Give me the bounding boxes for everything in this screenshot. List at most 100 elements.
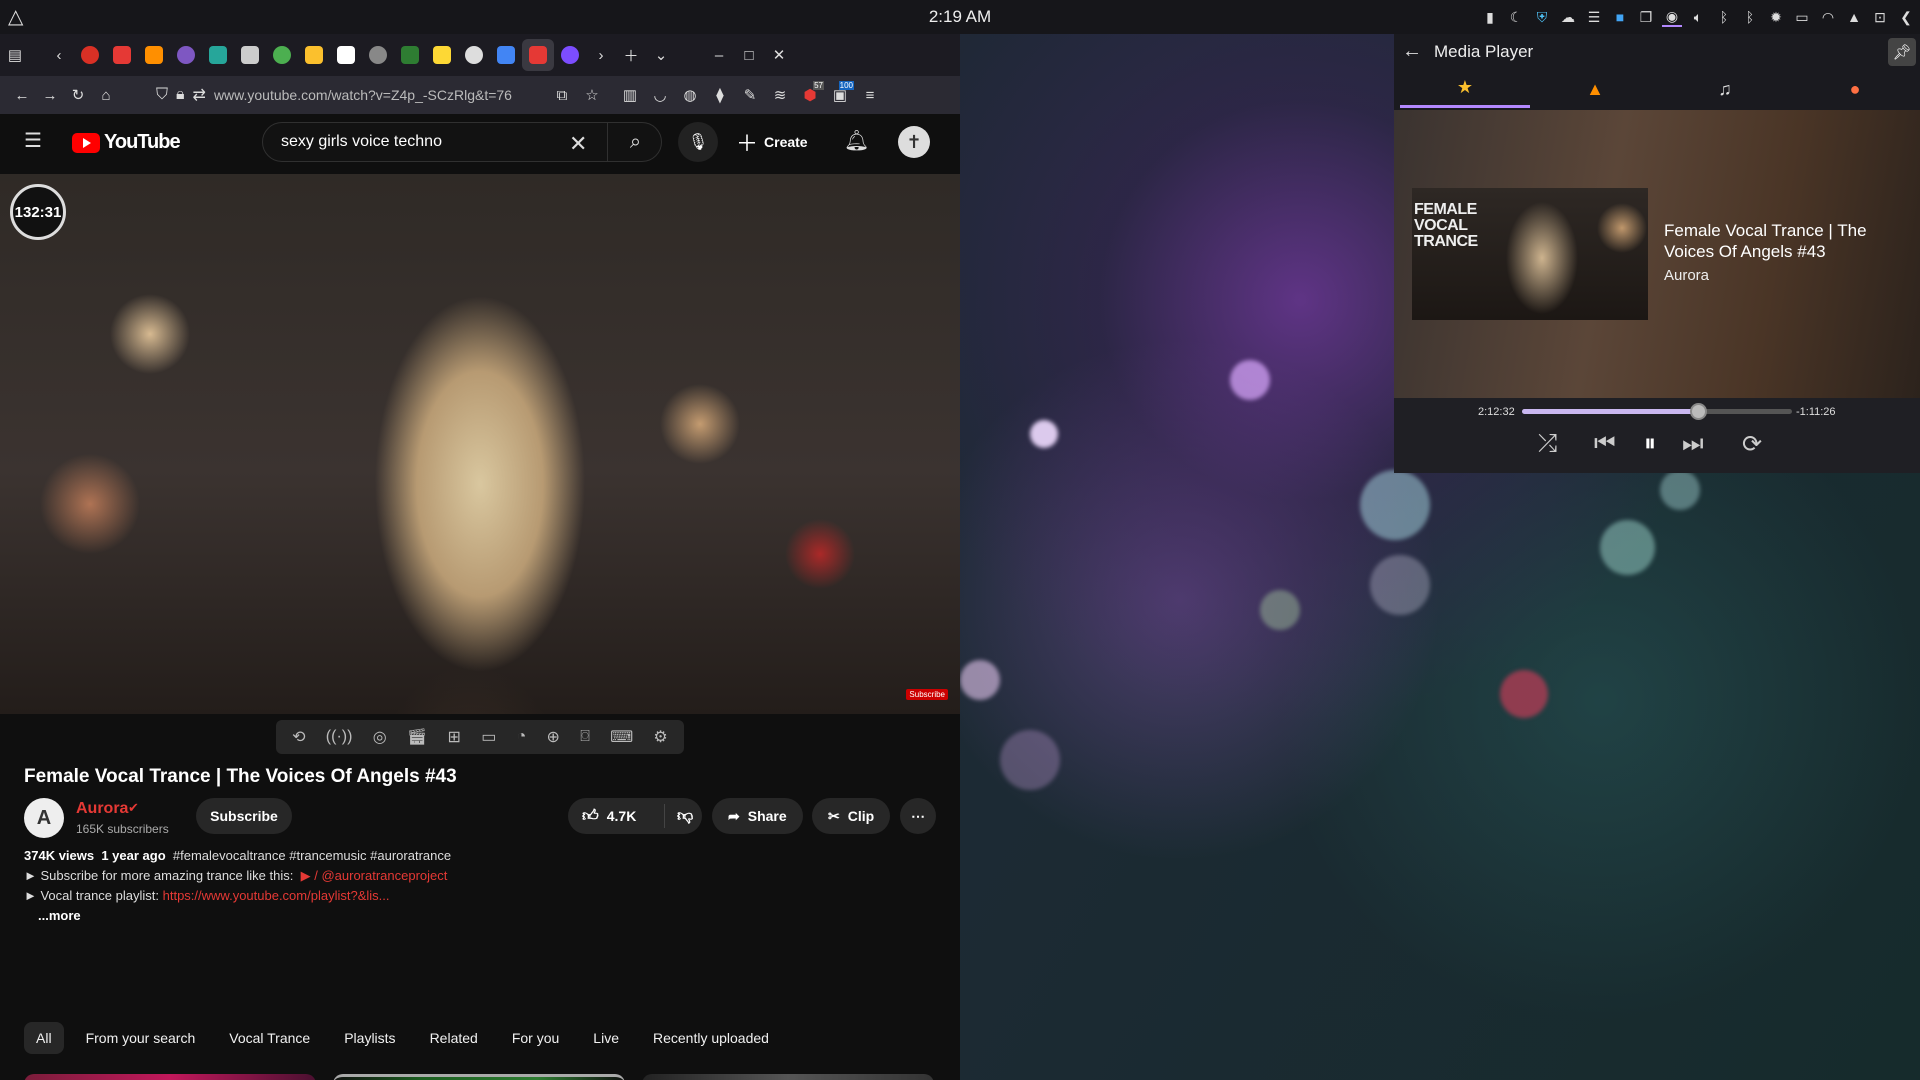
description-more-button[interactable]: ...more	[38, 906, 936, 926]
pinned-tab[interactable]	[426, 39, 458, 71]
media-player-tray-icon[interactable]: ◉	[1662, 7, 1682, 27]
share-button[interactable]: ➦ Share	[712, 798, 803, 834]
audio-icon[interactable]: ((·))	[326, 728, 353, 746]
clear-search-icon[interactable]: ✕	[569, 131, 587, 157]
pin-icon[interactable]: 📌︎	[1888, 38, 1916, 66]
expand-tray-icon[interactable]: ▲	[1844, 7, 1864, 27]
pinned-tab[interactable]	[138, 39, 170, 71]
battery-icon[interactable]: ▭	[1792, 7, 1812, 27]
clipboard-icon[interactable]: ▮	[1480, 7, 1500, 27]
night-mode-icon[interactable]: ☾	[1506, 7, 1526, 27]
pinned-tab[interactable]	[330, 39, 362, 71]
filter-chip[interactable]: From your search	[74, 1022, 208, 1054]
extension-stats-icon[interactable]: ≋	[766, 81, 794, 109]
repeat-icon[interactable]: ⟳	[1742, 430, 1762, 459]
picture-in-picture-icon[interactable]: ⧉	[548, 81, 576, 109]
padlock-icon[interactable]: 🔒︎	[176, 86, 185, 104]
notes-icon[interactable]: ☰	[1584, 7, 1604, 27]
permissions-icon[interactable]: ⇄	[193, 85, 206, 105]
create-button[interactable]: ＋ Create	[736, 124, 808, 160]
bookmark-star-icon[interactable]: ☆	[578, 81, 606, 109]
pinned-tab[interactable]	[394, 39, 426, 71]
search-input[interactable]	[279, 132, 579, 152]
new-tab-icon[interactable]: ＋	[616, 40, 646, 70]
pinned-tab[interactable]	[170, 39, 202, 71]
more-actions-button[interactable]: ⋯	[900, 798, 936, 834]
wifi-icon[interactable]: ◠	[1818, 7, 1838, 27]
loop-icon[interactable]: ⟲	[292, 727, 305, 747]
subscribe-watermark[interactable]: Subscribe	[906, 689, 948, 700]
subscribe-button[interactable]: Subscribe	[196, 798, 292, 834]
channel-avatar[interactable]: A	[24, 798, 64, 838]
hashtags[interactable]: #femalevocaltrance #trancemusic #aurorat…	[173, 848, 451, 863]
filter-chip[interactable]: Recently uploaded	[641, 1022, 781, 1054]
cloud-icon[interactable]: ☁	[1558, 7, 1578, 27]
filter-chip[interactable]: For you	[500, 1022, 571, 1054]
hamburger-menu-icon[interactable]: ☰	[24, 130, 46, 152]
maximize-window-icon[interactable]: □	[734, 40, 764, 70]
pinned-tab[interactable]	[522, 39, 554, 71]
pinned-tab[interactable]	[458, 39, 490, 71]
reload-icon[interactable]: ↻	[64, 81, 92, 109]
shield-icon[interactable]: ⛨	[1532, 7, 1552, 27]
extensions-icon[interactable]: ⧫	[706, 81, 734, 109]
keyboard-icon[interactable]: ⌨	[610, 727, 633, 747]
close-window-icon[interactable]: ✕	[764, 40, 794, 70]
tab-manager-icon[interactable]: ▤	[0, 40, 30, 70]
app-icon[interactable]: ■	[1610, 7, 1630, 27]
extension-icon[interactable]: ✎	[736, 81, 764, 109]
volume-icon[interactable]: 🔈︎	[1688, 7, 1708, 27]
account-avatar[interactable]: ✝	[898, 126, 930, 158]
pinned-tab[interactable]	[106, 39, 138, 71]
browser-menu-icon[interactable]: ≡	[856, 81, 884, 109]
video-thumbnail[interactable]	[24, 1074, 316, 1080]
pinned-tab[interactable]	[554, 39, 586, 71]
scroll-tabs-left-icon[interactable]: ‹	[44, 40, 74, 70]
playlist-link[interactable]: https://www.youtube.com/playlist?&lis...	[163, 888, 390, 903]
scroll-tabs-right-icon[interactable]: ›	[586, 40, 616, 70]
pinned-tab[interactable]	[234, 39, 266, 71]
filter-chip[interactable]: Vocal Trance	[217, 1022, 322, 1054]
tracking-shield-icon[interactable]: ⛉	[156, 86, 168, 104]
video-thumbnail[interactable]	[333, 1074, 625, 1080]
url-text[interactable]: www.youtube.com/watch?v=Z4p_-SCzRlg&t=76	[214, 87, 514, 103]
pinned-tab[interactable]	[266, 39, 298, 71]
video-description[interactable]: 374K views 1 year ago #femalevocaltrance…	[24, 846, 936, 978]
address-bar[interactable]: ⛉ 🔒︎ ⇄ www.youtube.com/watch?v=Z4p_-SCzR…	[156, 81, 548, 109]
pinned-tab[interactable]	[74, 39, 106, 71]
cinema-icon[interactable]: 🎬︎	[407, 727, 427, 747]
windows-icon[interactable]: ❐	[1636, 7, 1656, 27]
tab-list-icon[interactable]: ⌄	[646, 40, 676, 70]
pinned-tab[interactable]	[202, 39, 234, 71]
seek-bar-handle[interactable]	[1689, 403, 1707, 420]
ublock-icon[interactable]: ⬢ 57	[796, 81, 824, 109]
pocket-icon[interactable]: ◡	[646, 81, 674, 109]
shuffle-icon[interactable]: ⤮	[1538, 430, 1557, 458]
forward-icon[interactable]: →	[36, 81, 64, 109]
theater-icon[interactable]: ▭	[481, 727, 496, 747]
screenshot-icon[interactable]: ⌼	[580, 728, 590, 746]
bluetooth-alt-icon[interactable]: ᛒ	[1740, 7, 1760, 27]
video-thumbnail[interactable]	[642, 1074, 934, 1080]
collapse-panel-icon[interactable]: ❮	[1896, 7, 1916, 27]
extension-counter-icon[interactable]: ▣ 100	[826, 81, 854, 109]
tab-favorites[interactable]: ★	[1400, 70, 1530, 108]
pinned-tab[interactable]	[362, 39, 394, 71]
pause-icon[interactable]: ⏸︎	[1644, 430, 1656, 458]
lock-icon[interactable]: ⊡	[1870, 7, 1890, 27]
like-button[interactable]: 👍︎ 4.7K	[568, 807, 656, 826]
filter-chip[interactable]: All	[24, 1022, 64, 1054]
back-arrow-icon[interactable]: ←	[1402, 40, 1422, 63]
channel-name[interactable]: Aurora	[76, 800, 128, 818]
home-icon[interactable]: ⌂	[92, 81, 120, 109]
expand-icon[interactable]: ⊞	[448, 727, 461, 747]
channel-handle-link[interactable]: / @auroratranceproject	[314, 868, 447, 883]
reader-view-icon[interactable]: ▥	[616, 81, 644, 109]
profile-extension-icon[interactable]: ◍	[676, 81, 704, 109]
filter-chip[interactable]: Playlists	[332, 1022, 407, 1054]
search-button[interactable]: ⌕	[607, 123, 663, 161]
notifications-bell-icon[interactable]: 🔔︎	[844, 128, 869, 153]
youtube-logo[interactable]: YouTube	[72, 131, 181, 154]
pinned-tab[interactable]	[490, 39, 522, 71]
tab-vlc[interactable]: ▲	[1530, 70, 1660, 108]
